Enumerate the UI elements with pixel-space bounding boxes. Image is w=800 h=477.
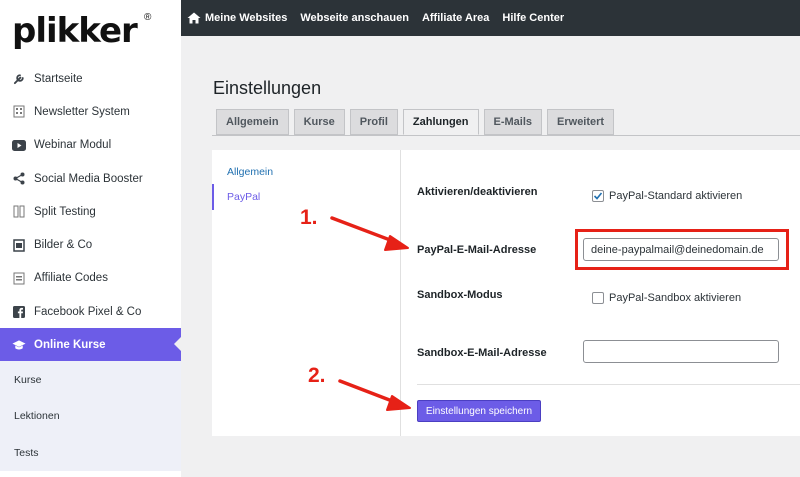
- tab-erweitert[interactable]: Erweitert: [547, 109, 615, 135]
- sidebar: plikker ® Startseite Newsletter System W…: [0, 0, 181, 477]
- tab-allgemein[interactable]: Allgemein: [216, 109, 289, 135]
- sidebar-item-newsletter[interactable]: Newsletter System: [0, 95, 181, 128]
- step-2-annotation: 2.: [308, 364, 326, 387]
- tab-profil[interactable]: Profil: [349, 109, 398, 135]
- image-icon: [12, 238, 26, 252]
- facebook-icon: [12, 305, 26, 319]
- video-icon: [12, 138, 26, 152]
- sidebar-item-label: Newsletter System: [34, 105, 130, 118]
- step-1-annotation: 1.: [300, 206, 318, 229]
- topbar-link-affiliate-area[interactable]: Affiliate Area: [422, 12, 489, 24]
- sidebar-item-label: Bilder & Co: [34, 239, 93, 252]
- sidebar-item-online-kurse[interactable]: Online Kurse: [0, 328, 181, 362]
- tab-e-mails[interactable]: E-Mails: [483, 109, 543, 135]
- form-divider: [417, 384, 800, 385]
- newsletter-icon: [12, 105, 26, 119]
- sidebar-subitem-tests[interactable]: Tests: [0, 434, 181, 471]
- enable-label: Aktivieren/deaktivieren: [417, 186, 538, 198]
- settings-tabs: Allgemein Kurse Profil Zahlungen E-Mails…: [216, 109, 619, 135]
- enable-paypal-checkbox[interactable]: [592, 190, 604, 202]
- sandbox-email-input[interactable]: [583, 340, 779, 363]
- sidebar-item-label: Webinar Modul: [34, 139, 112, 152]
- sidebar-item-bilder[interactable]: Bilder & Co: [0, 228, 181, 261]
- payment-subnav: Allgemein PayPal: [212, 150, 401, 436]
- sidebar-item-affiliate-codes[interactable]: Affiliate Codes: [0, 262, 181, 295]
- sandbox-label: Sandbox-Modus: [417, 289, 503, 301]
- split-icon: [12, 205, 26, 219]
- highlight-box: [575, 229, 789, 270]
- topbar-link-meine-websites[interactable]: Meine Websites: [187, 12, 287, 24]
- checkmark-icon: [593, 192, 603, 200]
- code-icon: [12, 271, 26, 285]
- sandbox-email-label: Sandbox-E-Mail-Adresse: [417, 347, 547, 359]
- sidebar-item-social-media[interactable]: Social Media Booster: [0, 162, 181, 195]
- sidebar-item-webinar[interactable]: Webinar Modul: [0, 129, 181, 162]
- share-icon: [12, 172, 26, 186]
- save-settings-button[interactable]: Einstellungen speichern: [417, 400, 541, 422]
- logo[interactable]: plikker ®: [0, 0, 181, 62]
- topbar-link-hilfe-center[interactable]: Hilfe Center: [502, 12, 564, 24]
- sidebar-submenu: Kurse Lektionen Tests: [0, 361, 181, 471]
- graduation-cap-icon: [12, 338, 26, 352]
- sidebar-item-label: Online Kurse: [34, 338, 106, 351]
- subnav-item-allgemein[interactable]: Allgemein: [212, 159, 401, 185]
- home-icon: [187, 12, 201, 24]
- topbar-link-webseite-anschauen[interactable]: Webseite anschauen: [300, 12, 409, 24]
- email-label: PayPal-E-Mail-Adresse: [417, 244, 537, 256]
- sidebar-nav: Startseite Newsletter System Webinar Mod…: [0, 62, 181, 362]
- sidebar-subitem-lektionen[interactable]: Lektionen: [0, 398, 181, 435]
- admin-topbar: Meine Websites Webseite anschauen Affili…: [181, 0, 800, 36]
- sidebar-item-label: Facebook Pixel & Co: [34, 305, 142, 318]
- tab-zahlungen[interactable]: Zahlungen: [402, 109, 479, 135]
- sidebar-item-label: Affiliate Codes: [34, 272, 108, 285]
- sandbox-checkbox[interactable]: [592, 292, 604, 304]
- topbar-link-label: Meine Websites: [205, 12, 288, 24]
- sidebar-item-label: Split Testing: [34, 205, 96, 218]
- logo-text: plikker: [12, 11, 138, 51]
- tab-kurse[interactable]: Kurse: [293, 109, 345, 135]
- sidebar-item-label: Social Media Booster: [34, 172, 143, 185]
- sidebar-subitem-kurse[interactable]: Kurse: [0, 361, 181, 398]
- tabs-divider: [212, 135, 800, 136]
- sidebar-item-label: Startseite: [34, 72, 83, 85]
- sidebar-item-split-testing[interactable]: Split Testing: [0, 195, 181, 228]
- sidebar-item-startseite[interactable]: Startseite: [0, 62, 181, 95]
- page-title: Einstellungen: [213, 78, 322, 98]
- enable-paypal-checkbox-label[interactable]: PayPal-Standard aktivieren: [609, 190, 742, 202]
- wrench-icon: [12, 72, 26, 86]
- logo-registered-mark: ®: [144, 12, 152, 23]
- sandbox-checkbox-label[interactable]: PayPal-Sandbox aktivieren: [609, 292, 741, 304]
- sidebar-item-facebook-pixel[interactable]: Facebook Pixel & Co: [0, 295, 181, 328]
